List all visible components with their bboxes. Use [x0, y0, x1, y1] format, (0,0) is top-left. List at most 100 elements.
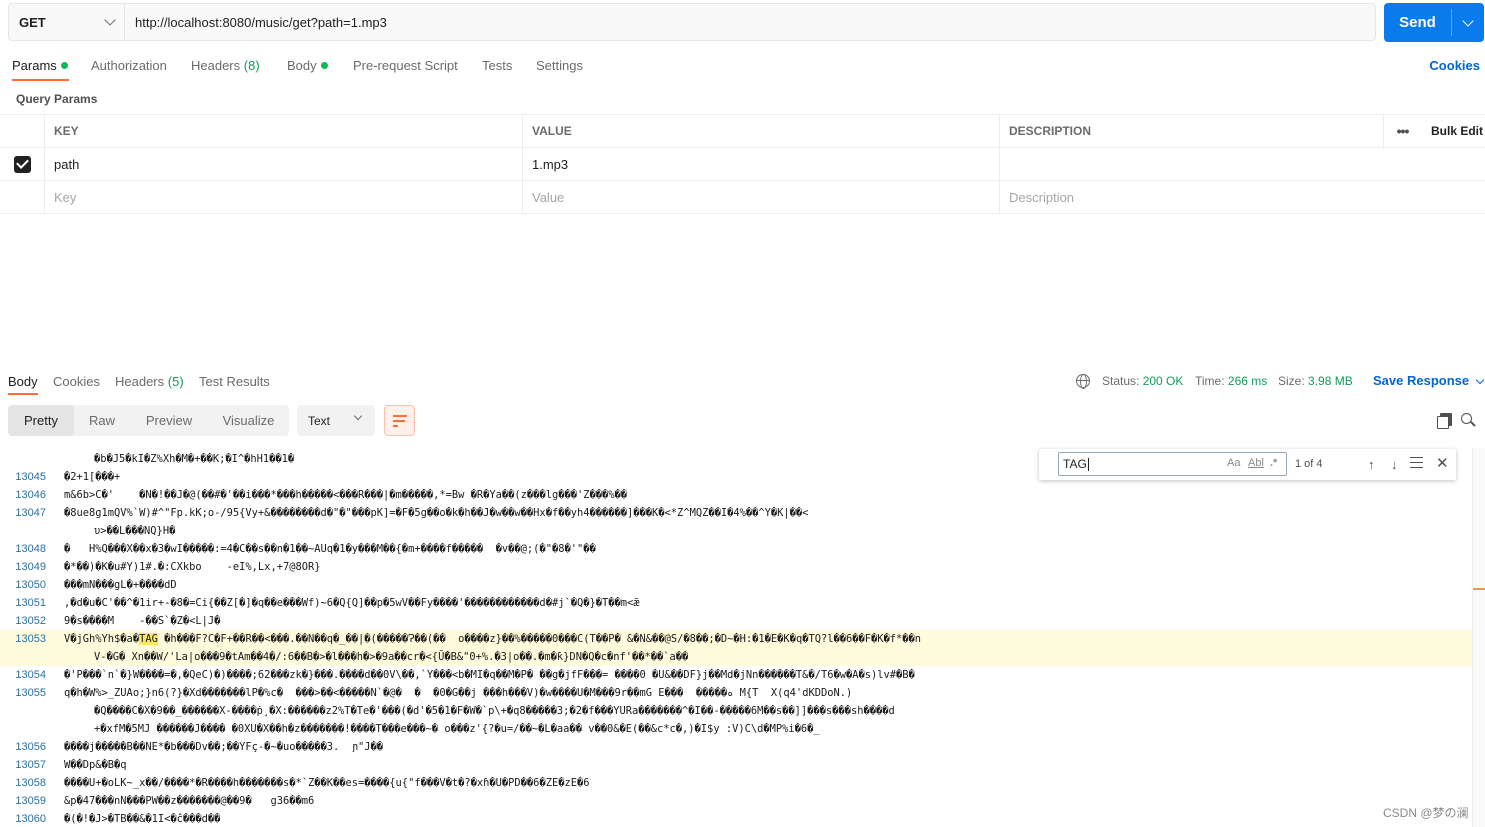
code-line: 13052 9�s����M -��S`�Z�<L|J�	[0, 612, 1472, 630]
tab-params[interactable]: Params	[12, 58, 68, 73]
code-line: υ>��L���NQ}H�	[0, 522, 1472, 540]
code-line: V-�G� Xn��W/'La|o���9�tAm��4�/:6��B�>�l�…	[0, 648, 1472, 666]
wrap-lines-button[interactable]	[384, 405, 415, 436]
row-checkbox-cell	[0, 148, 44, 180]
content-type-select[interactable]: Text	[297, 405, 375, 436]
code-text: �*��)�K�u#Y)1#.�:CXkbo -eI%,Lx,+7@8OR}	[64, 561, 321, 573]
more-options-button[interactable]: •••	[1383, 115, 1421, 147]
view-pretty-button[interactable]: Pretty	[8, 405, 74, 436]
wrap-icon	[393, 415, 407, 417]
url-bar: GET http://localhost:8080/music/get?path…	[8, 3, 1376, 41]
method-label: GET	[19, 14, 46, 30]
tab-headers-count: (8)	[243, 58, 260, 73]
view-preview-button[interactable]: Preview	[130, 405, 208, 436]
code-text: +�xfM�5MJ ������J���� �0XU�X��h�z�������…	[94, 723, 820, 735]
globe-icon[interactable]	[1076, 374, 1090, 389]
header-description: DESCRIPTION	[999, 115, 1383, 147]
wrap-icon-line	[393, 420, 405, 422]
send-dropdown-button[interactable]	[1452, 3, 1484, 42]
size-indicator[interactable]: Size: 3.98 MB	[1278, 374, 1353, 388]
time-value: 266 ms	[1227, 374, 1268, 388]
line-number: 13059	[15, 795, 46, 807]
whole-word-icon[interactable]: Abl	[1248, 457, 1264, 469]
param-value-input[interactable]: 1.mp3	[522, 148, 999, 180]
match-case-icon[interactable]: Aa	[1227, 457, 1240, 469]
table-header-row: KEY VALUE DESCRIPTION ••• Bulk Edit	[0, 115, 1485, 148]
active-tab-indicator	[8, 393, 38, 395]
code-line: 13051 ,�d�u�C'��^�1ir+-�8�=Ci{��Z[�]�q��e…	[0, 594, 1472, 612]
tab-body[interactable]: Body	[287, 58, 328, 73]
close-icon[interactable]: ✕	[1436, 454, 1449, 472]
size-label: Size:	[1278, 374, 1305, 388]
code-line: +�xfM�5MJ ������J���� �0XU�X��h�z�������…	[0, 720, 1472, 738]
method-select[interactable]: GET	[9, 4, 125, 40]
line-number: 13048	[15, 543, 46, 555]
bulk-edit-button[interactable]: Bulk Edit	[1421, 115, 1485, 147]
table-row: path 1.mp3	[0, 148, 1485, 181]
cookies-link[interactable]: Cookies	[1429, 58, 1480, 73]
save-response-button[interactable]: Save Response	[1373, 373, 1485, 388]
param-key-input[interactable]: path	[44, 148, 522, 180]
regex-icon[interactable]: .*	[1270, 457, 1277, 469]
url-input[interactable]: http://localhost:8080/music/get?path=1.m…	[125, 4, 1375, 40]
tab-settings[interactable]: Settings	[536, 58, 583, 73]
time-label: Time:	[1195, 374, 1225, 388]
chevron-down-icon	[353, 411, 363, 421]
code-line: 13060 �(�!�J>�TB��&�1I<�ĉ���d��	[0, 810, 1472, 827]
response-tab-cookies[interactable]: Cookies	[53, 374, 100, 389]
code-text: q�h�W%>_ZUAo;}n6(?}�Xd�������lP�%c� ���>…	[64, 687, 853, 699]
arrow-down-icon[interactable]: ↓	[1391, 457, 1398, 472]
size-value: 3.98 MB	[1308, 374, 1353, 388]
line-number: 13050	[15, 579, 46, 591]
chevron-down-icon	[104, 14, 116, 26]
send-button[interactable]: Send	[1384, 3, 1451, 42]
line-number: 13051	[15, 597, 46, 609]
line-number: 13056	[15, 741, 46, 753]
param-description-input[interactable]	[999, 148, 1383, 180]
search-icon[interactable]	[1461, 413, 1472, 424]
code-text: �(�!�J>�TB��&�1I<�ĉ���d��	[64, 813, 221, 825]
status-label: Status:	[1102, 374, 1140, 388]
find-query: TAG	[1063, 457, 1087, 471]
response-tab-test-results[interactable]: Test Results	[199, 374, 270, 389]
code-line: 13050 ���mN���gL�+����dD	[0, 576, 1472, 594]
active-tab-indicator	[12, 79, 69, 81]
line-number: 13054	[15, 669, 46, 681]
new-description-input[interactable]: Description	[999, 181, 1383, 213]
arrow-up-icon[interactable]: ↑	[1368, 457, 1375, 472]
tab-authorization[interactable]: Authorization	[91, 58, 167, 73]
tab-pre-request-script[interactable]: Pre-request Script	[353, 58, 458, 73]
find-in-selection-icon[interactable]	[1410, 457, 1423, 468]
tab-tests[interactable]: Tests	[482, 58, 512, 73]
row-checkbox-cell	[0, 181, 44, 213]
line-number: 13058	[15, 777, 46, 789]
code-text: m&6b>C�' �N�!��J�@(��#�'��i���*���h�����…	[64, 489, 628, 501]
code-line: 13056 ����j�����B��NE*�b���Dv��;��YFç-�~�…	[0, 738, 1472, 756]
code-text: V-�G� Xn��W/'La|o���9�tAm��4�/:6��B�>�l�…	[94, 651, 689, 663]
text-caret	[1087, 457, 1089, 471]
new-value-input[interactable]: Value	[522, 181, 999, 213]
code-text: ,�d�u�C'��^�1ir+-�8�=Ci{��Z[�]�q��e���Wf…	[64, 597, 640, 609]
line-number: 13060	[15, 813, 46, 825]
query-params-title: Query Params	[16, 92, 98, 106]
response-tab-body[interactable]: Body	[8, 374, 38, 389]
copy-icon[interactable]	[1437, 413, 1452, 429]
line-number: 13055	[15, 687, 46, 699]
more-horizontal-icon: •••	[1396, 123, 1410, 139]
vertical-scrollbar[interactable]	[1472, 448, 1485, 827]
view-raw-button[interactable]: Raw	[74, 405, 130, 436]
response-body-editor[interactable]: �b�J5�kI�Z%Xh�M�+��K;�I^�hH1��1� 13045 �2+…	[0, 448, 1472, 827]
code-text: ����j�����B��NE*�b���Dv��;��YFç-�~�uo���…	[64, 741, 384, 753]
row-enabled-checkbox[interactable]	[13, 155, 31, 173]
response-tab-headers[interactable]: Headers (5)	[115, 374, 184, 389]
view-visualize-button[interactable]: Visualize	[208, 405, 289, 436]
tab-params-label: Params	[12, 58, 57, 73]
status-dot-icon	[60, 62, 68, 69]
send-button-group: Send	[1384, 3, 1484, 42]
tab-headers[interactable]: Headers (8)	[191, 58, 260, 73]
new-key-input[interactable]: Key	[44, 181, 522, 213]
time-indicator[interactable]: Time: 266 ms	[1195, 374, 1267, 388]
status-indicator[interactable]: Status: 200 OK	[1102, 374, 1183, 388]
response-tabs: Body Cookies Headers (5) Test Results St…	[0, 370, 1485, 395]
response-tab-headers-count: (5)	[167, 374, 184, 389]
